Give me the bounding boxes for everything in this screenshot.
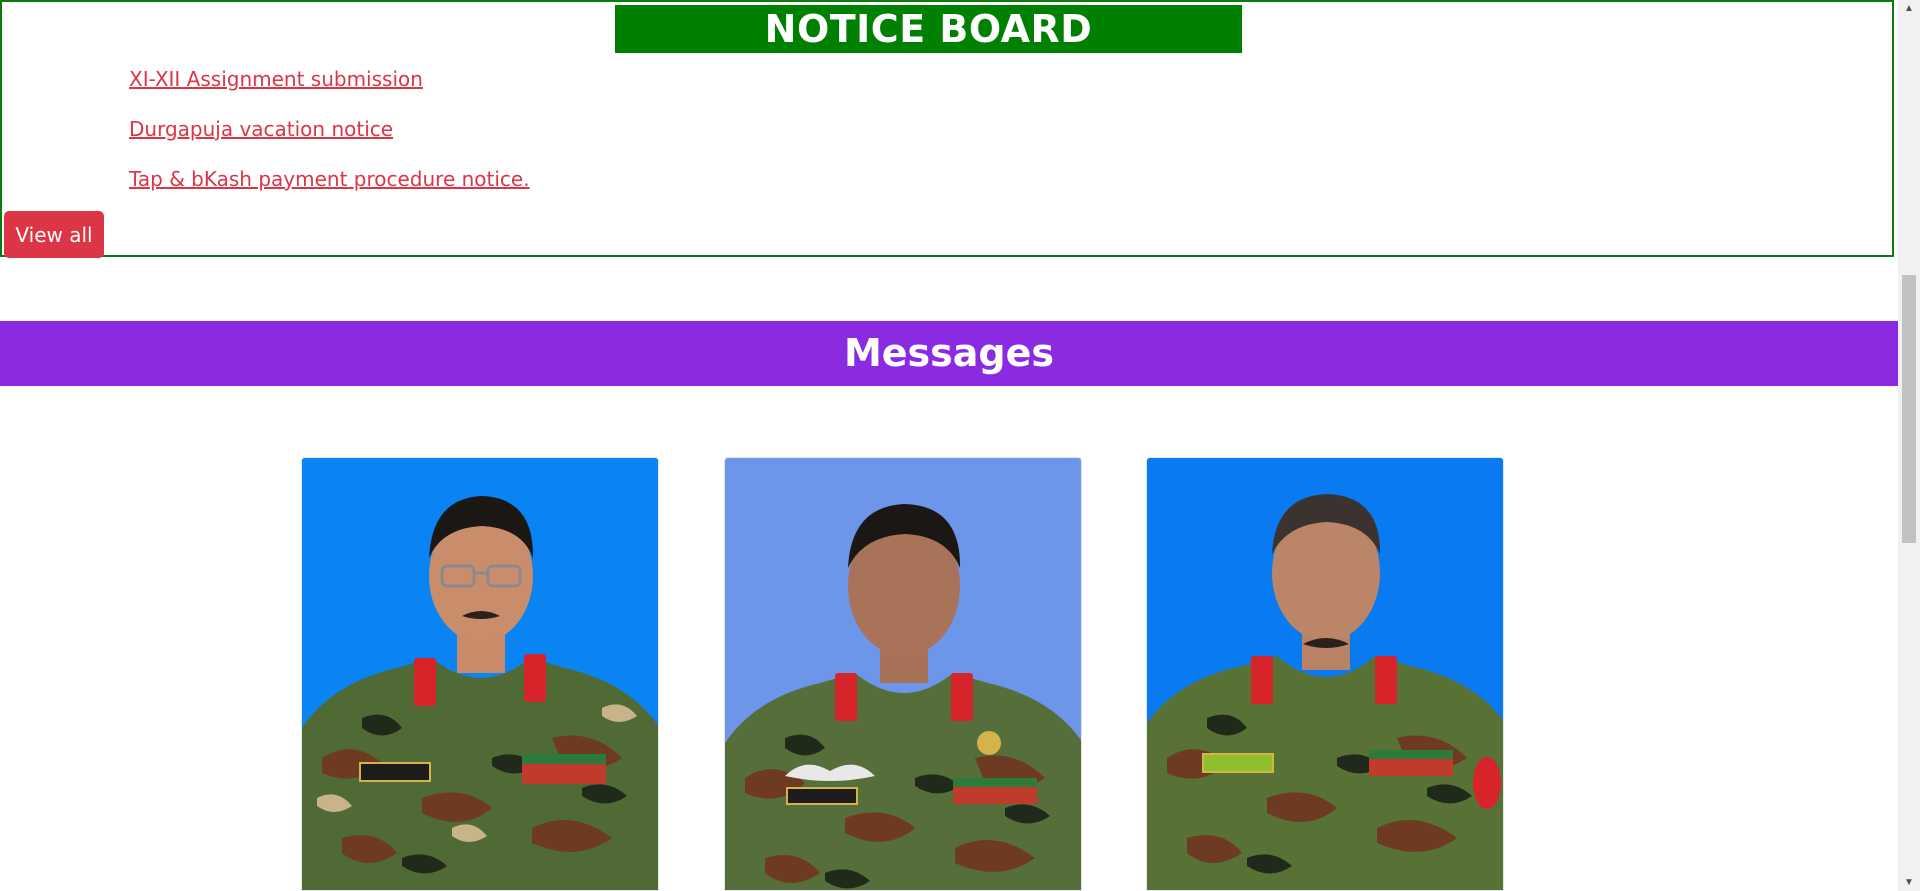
page: NOTICE BOARD XI-XII Assignment submissio… <box>0 0 1898 891</box>
notice-link-assignment[interactable]: XI-XII Assignment submission <box>129 67 423 91</box>
notice-board-title: NOTICE BOARD <box>615 5 1242 53</box>
notice-board: NOTICE BOARD XI-XII Assignment submissio… <box>0 0 1894 258</box>
notice-list: XI-XII Assignment submission Durgapuja v… <box>129 64 530 214</box>
messages-heading: Messages <box>0 321 1898 386</box>
message-card-1[interactable] <box>301 457 659 891</box>
officer-portrait-1 <box>302 458 658 890</box>
vertical-scrollbar[interactable]: ▲ ▼ <box>1898 0 1920 891</box>
message-card-2[interactable] <box>724 457 1082 891</box>
view-all-button[interactable]: View all <box>4 211 104 258</box>
officer-portrait-3 <box>1147 458 1503 890</box>
scrollbar-thumb[interactable] <box>1902 275 1916 543</box>
notice-item: Durgapuja vacation notice <box>129 114 530 164</box>
officer-portrait-2 <box>725 458 1081 890</box>
notice-link-payment[interactable]: Tap & bKash payment procedure notice. <box>129 167 530 191</box>
notice-link-durgapuja[interactable]: Durgapuja vacation notice <box>129 117 393 141</box>
scroll-up-arrow-icon[interactable]: ▲ <box>1898 0 1920 17</box>
message-card-3[interactable] <box>1146 457 1504 891</box>
notice-item: XI-XII Assignment submission <box>129 64 530 114</box>
notice-item: Tap & bKash payment procedure notice. <box>129 164 530 214</box>
scroll-down-arrow-icon[interactable]: ▼ <box>1898 874 1920 891</box>
